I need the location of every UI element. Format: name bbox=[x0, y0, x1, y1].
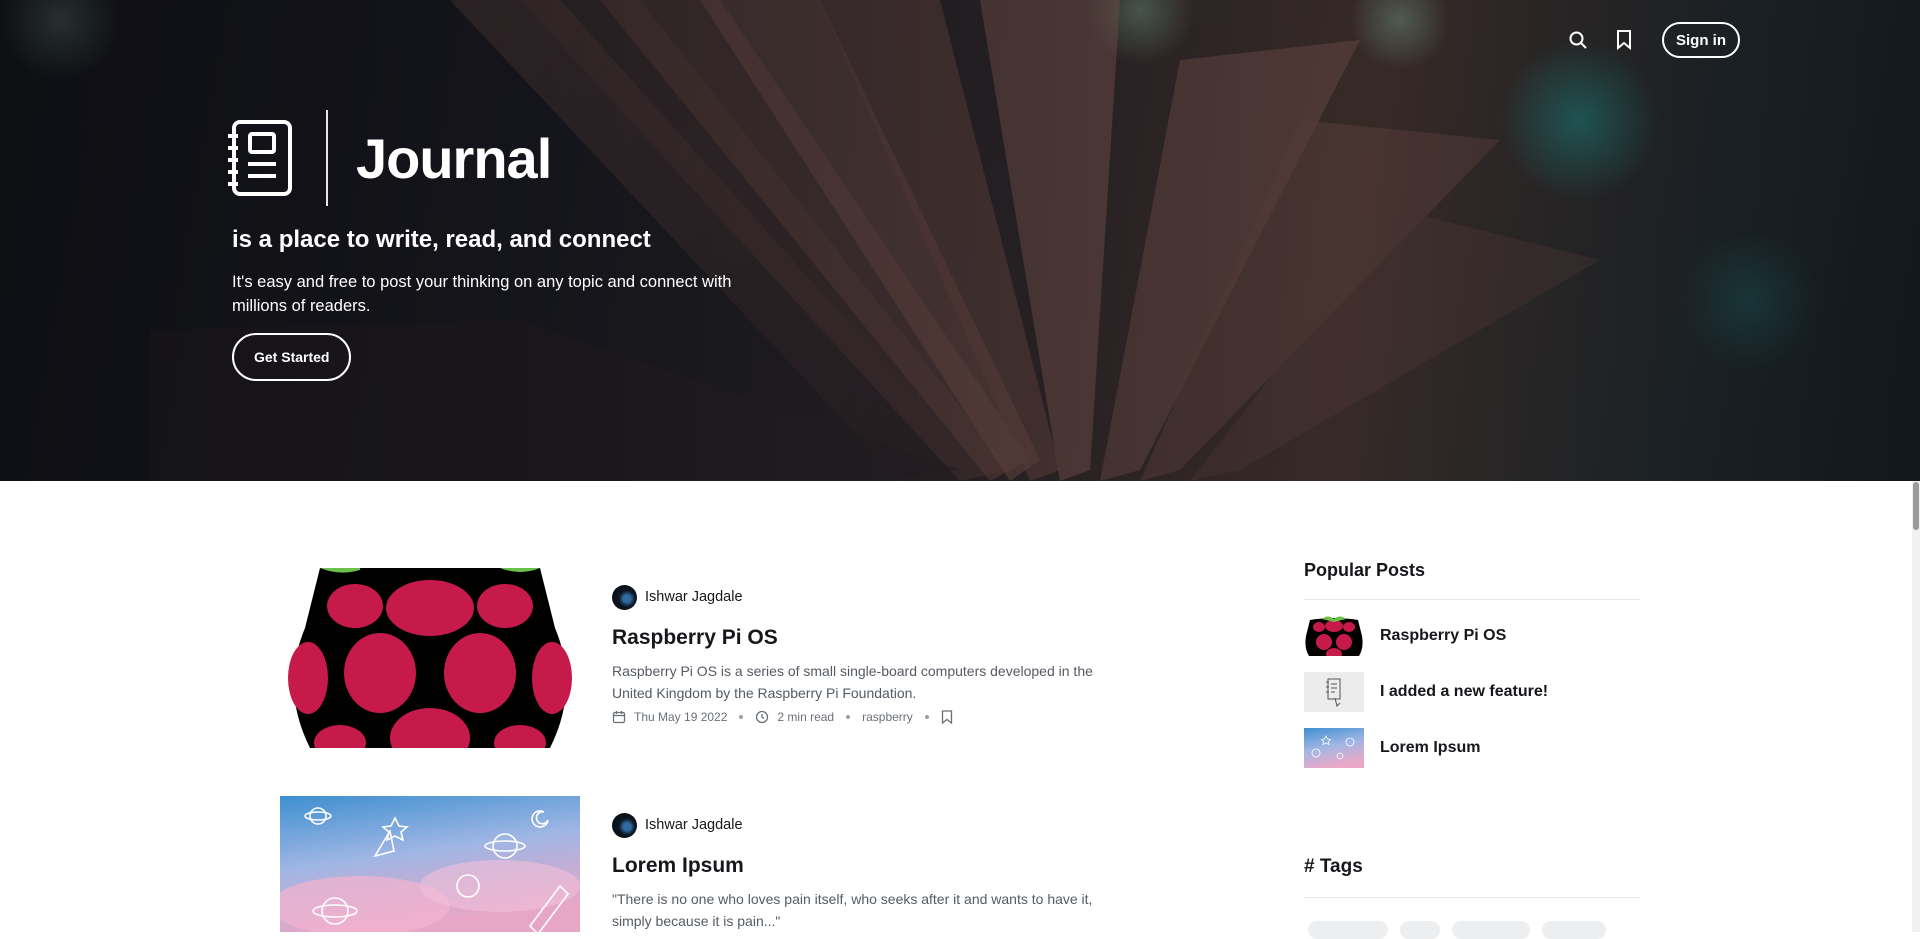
header-nav: Sign in bbox=[1562, 22, 1740, 58]
meta-separator bbox=[924, 715, 929, 719]
popular-post-item[interactable]: Raspberry Pi OS bbox=[1304, 616, 1640, 656]
scrollbar-track[interactable] bbox=[1912, 481, 1920, 932]
avatar bbox=[612, 812, 637, 838]
author-name: Ishwar Jagdale bbox=[645, 589, 743, 605]
popular-post-thumbnail bbox=[1304, 616, 1364, 656]
divider bbox=[1304, 599, 1640, 600]
get-started-button[interactable]: Get Started bbox=[232, 333, 352, 381]
scrollbar-thumb[interactable] bbox=[1913, 482, 1919, 530]
post-excerpt: Raspberry Pi OS is a series of small sin… bbox=[612, 663, 1093, 701]
popular-post-thumbnail bbox=[1304, 728, 1364, 768]
popular-post-item[interactable]: Lorem Ipsum bbox=[1304, 728, 1640, 768]
brand-divider bbox=[326, 110, 328, 206]
tags-heading: # Tags bbox=[1304, 856, 1363, 877]
sidebar-popular-posts: Popular Posts Raspberry Pi OS I added a … bbox=[1304, 560, 1640, 768]
popular-post-item[interactable]: I added a new feature! bbox=[1304, 672, 1640, 712]
hero-tagline: is a place to write, read, and connect bbox=[232, 226, 651, 253]
search-icon[interactable] bbox=[1562, 24, 1594, 56]
post-card: Ishwar Jagdale Raspberry Pi OS Raspberry… bbox=[280, 568, 1100, 750]
author-name: Ishwar Jagdale bbox=[645, 817, 743, 833]
brand-name: Journal bbox=[356, 126, 552, 190]
post-body: Ishwar Jagdale Lorem Ipsum "There is no … bbox=[612, 812, 1112, 932]
post-meta: Thu May 19 2022 2 min read raspberry bbox=[612, 710, 1112, 724]
post-card: Ishwar Jagdale Lorem Ipsum "There is no … bbox=[280, 796, 1100, 932]
brand-logo: Journal bbox=[226, 110, 552, 206]
popular-post-title: I added a new feature! bbox=[1380, 683, 1549, 700]
avatar bbox=[612, 584, 637, 610]
popular-post-title: Raspberry Pi OS bbox=[1380, 627, 1507, 644]
hero-subtext: It's easy and free to post your thinking… bbox=[232, 273, 732, 315]
post-author[interactable]: Ishwar Jagdale bbox=[612, 812, 1112, 838]
post-title[interactable]: Raspberry Pi OS bbox=[612, 626, 1112, 650]
clock-icon bbox=[755, 710, 769, 724]
post-tag[interactable]: raspberry bbox=[862, 710, 913, 724]
post-author[interactable]: Ishwar Jagdale bbox=[612, 584, 1112, 610]
meta-separator bbox=[846, 715, 851, 719]
post-excerpt: "There is no one who loves pain itself, … bbox=[612, 891, 1093, 929]
tag-pill[interactable] bbox=[1308, 921, 1388, 939]
space-sky-image bbox=[280, 796, 580, 932]
tag-pill[interactable] bbox=[1400, 921, 1440, 939]
sign-in-button[interactable]: Sign in bbox=[1662, 22, 1740, 58]
popular-posts-heading: Popular Posts bbox=[1304, 560, 1426, 580]
journal-icon bbox=[228, 120, 292, 196]
bookmark-icon[interactable] bbox=[941, 710, 955, 724]
bookmark-icon[interactable] bbox=[1608, 24, 1640, 56]
meta-separator bbox=[739, 715, 744, 719]
popular-post-title: Lorem Ipsum bbox=[1380, 739, 1481, 756]
post-date: Thu May 19 2022 bbox=[634, 710, 728, 724]
hero-banner: Sign in Journal is a place to write, rea… bbox=[0, 0, 1920, 481]
raspberry-logo-image bbox=[280, 568, 580, 748]
post-thumbnail-raspberry[interactable] bbox=[280, 568, 580, 748]
tag-pill[interactable] bbox=[1452, 921, 1530, 939]
calendar-icon bbox=[612, 710, 626, 724]
post-title[interactable]: Lorem Ipsum bbox=[612, 854, 1112, 878]
popular-post-thumbnail bbox=[1304, 672, 1364, 712]
post-body: Ishwar Jagdale Raspberry Pi OS Raspberry… bbox=[612, 584, 1112, 724]
tag-pill[interactable] bbox=[1542, 921, 1606, 939]
post-thumbnail-lorem[interactable] bbox=[280, 796, 580, 932]
post-read-time: 2 min read bbox=[777, 710, 835, 724]
divider bbox=[1304, 897, 1640, 898]
